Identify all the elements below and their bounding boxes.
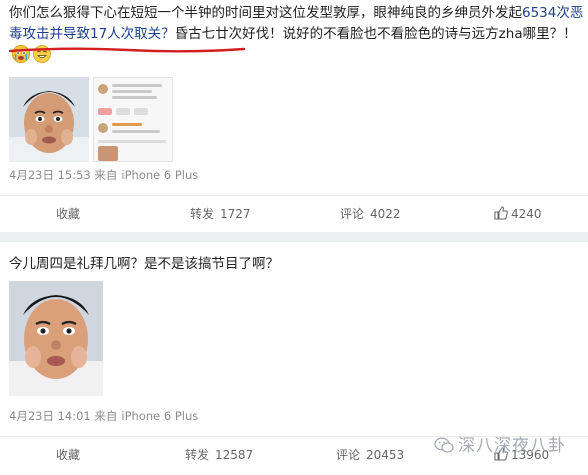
wechat-icon: [434, 437, 454, 459]
repost-label: 转发: [190, 207, 215, 221]
comment-count: 4022: [370, 207, 401, 221]
post1-text-before: 你们怎么狠得下心在短短一个半钟的时间里对这位发型敦厚，眼神纯良的乡绅员外发起: [9, 5, 522, 21]
post1-like-button[interactable]: 4240: [494, 196, 542, 232]
post1-action-bar: 收藏 转发 1727 评论 4022 4240: [0, 195, 588, 231]
red-underline-annotation: [8, 47, 246, 53]
comment-label: 评论: [336, 448, 361, 462]
mini-button: [116, 108, 130, 115]
post1-photo-face[interactable]: [9, 77, 89, 162]
post2-timestamp: 4月23日 14:01 来自: [9, 409, 118, 423]
post2-text: 今儿周四是礼拜几啊？是不是该搞节目了啊？: [9, 256, 279, 272]
mini-line: [112, 130, 160, 133]
mini-button: [134, 108, 148, 115]
mini-line: [112, 123, 142, 126]
mini-line: [98, 140, 166, 143]
post2-favorite-button[interactable]: 收藏: [56, 437, 80, 473]
post1-text-after: 昏古七廿次好伐！说好的不看脸也不看脸色的诗与远方zha哪里？！: [174, 26, 577, 42]
like-count: 4240: [511, 207, 542, 221]
mini-line: [112, 84, 162, 87]
watermark-text: 深八深夜八卦: [458, 436, 566, 456]
mini-line: [112, 96, 157, 99]
post-separator: [0, 232, 588, 242]
favorite-label: 收藏: [56, 207, 81, 221]
post1-comment-button[interactable]: 评论 4022: [340, 196, 401, 232]
comment-count: 20453: [366, 448, 405, 462]
post2-device[interactable]: iPhone 6 Plus: [121, 409, 198, 423]
repost-count: 1727: [220, 207, 251, 221]
post2-photo-face[interactable]: [9, 281, 103, 396]
post1-repost-button[interactable]: 转发 1727: [190, 196, 251, 232]
post2-repost-button[interactable]: 转发 12587: [185, 437, 253, 473]
post1-text: 你们怎么狠得下心在短短一个半钟的时间里对这位发型敦厚，眼神纯良的乡绅员外发起65…: [9, 3, 584, 67]
post1-meta: 4月23日 15:53 来自 iPhone 6 Plus: [9, 167, 198, 183]
mini-avatar: [98, 84, 108, 94]
mini-avatar: [98, 123, 108, 133]
mini-button: [98, 108, 112, 115]
repost-label: 转发: [185, 448, 210, 462]
mini-face-thumb: [98, 146, 118, 161]
watermark: 深八深夜八卦: [434, 431, 566, 459]
comment-label: 评论: [340, 207, 365, 221]
mini-line: [112, 90, 152, 93]
post1-favorite-button[interactable]: 收藏: [56, 196, 80, 232]
favorite-label: 收藏: [56, 448, 81, 462]
post2-meta: 4月23日 14:01 来自 iPhone 6 Plus: [9, 408, 198, 424]
post1-photo-screenshot[interactable]: [93, 77, 173, 162]
post1-timestamp: 4月23日 15:53 来自: [9, 168, 118, 182]
thumbs-up-icon: [494, 198, 508, 234]
post2-comment-button[interactable]: 评论 20453: [336, 437, 404, 473]
repost-count: 12587: [215, 448, 254, 462]
post1-device[interactable]: iPhone 6 Plus: [121, 168, 198, 182]
